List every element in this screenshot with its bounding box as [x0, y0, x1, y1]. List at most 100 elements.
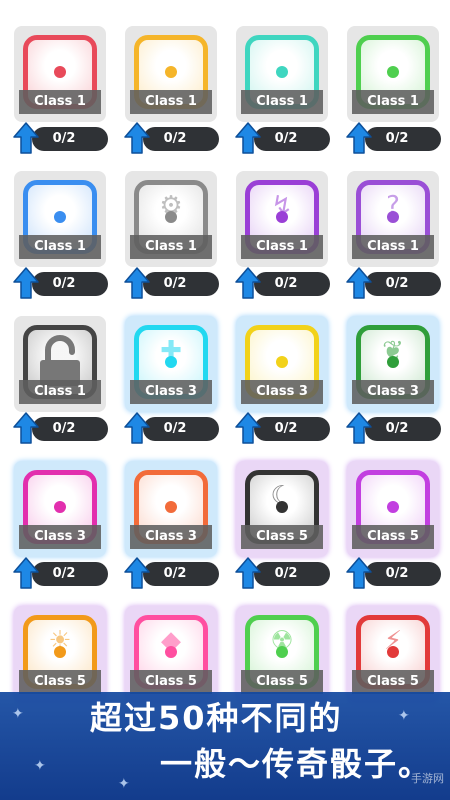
dice-card[interactable]: Class 3 [125, 461, 217, 557]
upgrade-arrow-icon[interactable] [345, 121, 373, 155]
upgrade-arrow-icon[interactable] [345, 411, 373, 445]
dice-pip [54, 66, 66, 78]
upgrade-progress: 0/2 [32, 272, 108, 296]
dice-pip [165, 356, 177, 368]
dice-pip [276, 66, 288, 78]
upgrade-progress: 0/2 [254, 562, 330, 586]
dice-grid: Class 1 0/2 Class 1 0/2 Class 1 0/2 Class 1 0/2… [0, 0, 450, 800]
dice-class-label: Class 5 [19, 670, 101, 694]
dice-class-label: Class 5 [352, 670, 434, 694]
dice-pip [387, 211, 399, 223]
upgrade-arrow-icon[interactable] [12, 121, 40, 155]
dice-pip [387, 66, 399, 78]
sparkle-icon: ✦ [34, 758, 46, 774]
dice-class-label: Class 1 [130, 235, 212, 259]
upgrade-arrow-icon[interactable] [345, 266, 373, 300]
dice-card[interactable]: Class 1 [236, 26, 328, 122]
dice-card[interactable]: ☾ Class 5 [236, 461, 328, 557]
dice-pip [54, 646, 66, 658]
upgrade-progress: 0/2 [32, 127, 108, 151]
dice-class-label: Class 3 [19, 525, 101, 549]
upgrade-progress: 0/2 [365, 417, 441, 441]
dice-class-label: Class 1 [352, 235, 434, 259]
upgrade-arrow-icon[interactable] [123, 556, 151, 590]
dice-class-label: Class 1 [352, 90, 434, 114]
watermark-text: 手游网 [411, 772, 444, 785]
dice-pip [276, 356, 288, 368]
upgrade-progress: 0/2 [365, 562, 441, 586]
upgrade-progress: 0/2 [143, 127, 219, 151]
dice-class-label: Class 1 [130, 90, 212, 114]
dice-class-label: Class 5 [352, 525, 434, 549]
upgrade-progress: 0/2 [32, 562, 108, 586]
dice-pip [165, 66, 177, 78]
banner-headline-line-2: 一般～传奇骰子。 [160, 745, 433, 783]
dice-pip [276, 646, 288, 658]
promo-banner: ✦ ✦ ✦ ✦ 超过50种不同的 一般～传奇骰子。 [0, 692, 450, 800]
dice-card[interactable]: ⚡ Class 5 [347, 606, 439, 702]
upgrade-progress: 0/2 [365, 127, 441, 151]
dice-card[interactable]: Class 1 [14, 171, 106, 267]
upgrade-arrow-icon[interactable] [123, 121, 151, 155]
dice-card[interactable]: Class 1 [125, 26, 217, 122]
dice-class-label: Class 1 [19, 235, 101, 259]
dice-class-label: Class 3 [130, 525, 212, 549]
upgrade-arrow-icon[interactable] [12, 556, 40, 590]
upgrade-arrow-icon[interactable] [123, 411, 151, 445]
dice-class-label: Class 5 [130, 670, 212, 694]
dice-class-label: Class 5 [241, 670, 323, 694]
dice-pip [276, 501, 288, 513]
upgrade-arrow-icon[interactable] [123, 266, 151, 300]
dice-pip [165, 211, 177, 223]
banner-headline-line-1: 超过50种不同的 [90, 699, 343, 737]
sparkle-icon: ✦ [118, 776, 130, 792]
dice-card[interactable]: Class 1 [347, 26, 439, 122]
dice-class-label: Class 1 [19, 380, 101, 404]
upgrade-arrow-icon[interactable] [234, 411, 262, 445]
dice-card[interactable]: Class 3 [236, 316, 328, 412]
dice-card[interactable]: ❦ Class 3 [347, 316, 439, 412]
upgrade-progress: 0/2 [365, 272, 441, 296]
upgrade-arrow-icon[interactable] [345, 556, 373, 590]
upgrade-progress: 0/2 [32, 417, 108, 441]
dice-class-label: Class 1 [241, 90, 323, 114]
sparkle-icon: ✦ [398, 708, 410, 724]
dice-card[interactable]: Class 1 [14, 26, 106, 122]
upgrade-arrow-icon[interactable] [234, 556, 262, 590]
upgrade-progress: 0/2 [254, 272, 330, 296]
dice-card[interactable]: ◆ Class 5 [125, 606, 217, 702]
dice-pip [165, 501, 177, 513]
upgrade-progress: 0/2 [143, 562, 219, 586]
dice-pip [387, 356, 399, 368]
dice-card[interactable]: Class 1 [14, 316, 106, 412]
dice-pip [387, 501, 399, 513]
dice-card[interactable]: ✚ Class 3 [125, 316, 217, 412]
upgrade-progress: 0/2 [143, 272, 219, 296]
dice-card[interactable]: ↯ Class 1 [236, 171, 328, 267]
dice-class-label: Class 1 [19, 90, 101, 114]
dice-pip [165, 646, 177, 658]
dice-pip [54, 501, 66, 513]
dice-class-label: Class 3 [352, 380, 434, 404]
dice-card[interactable]: Class 5 [347, 461, 439, 557]
dice-card[interactable]: ☢ Class 5 [236, 606, 328, 702]
dice-card[interactable]: ⚙ Class 1 [125, 171, 217, 267]
upgrade-progress: 0/2 [254, 127, 330, 151]
dice-pip [387, 646, 399, 658]
upgrade-progress: 0/2 [254, 417, 330, 441]
upgrade-arrow-icon[interactable] [12, 411, 40, 445]
upgrade-arrow-icon[interactable] [234, 266, 262, 300]
upgrade-arrow-icon[interactable] [234, 121, 262, 155]
dice-pip [276, 211, 288, 223]
dice-class-label: Class 5 [241, 525, 323, 549]
dice-card[interactable]: ☀ Class 5 [14, 606, 106, 702]
sparkle-icon: ✦ [12, 706, 24, 722]
dice-card[interactable]: Class 3 [14, 461, 106, 557]
dice-class-label: Class 3 [130, 380, 212, 404]
dice-pip [54, 211, 66, 223]
upgrade-arrow-icon[interactable] [12, 266, 40, 300]
dice-class-label: Class 1 [241, 235, 323, 259]
upgrade-progress: 0/2 [143, 417, 219, 441]
dice-class-label: Class 3 [241, 380, 323, 404]
dice-card[interactable]: ? Class 1 [347, 171, 439, 267]
